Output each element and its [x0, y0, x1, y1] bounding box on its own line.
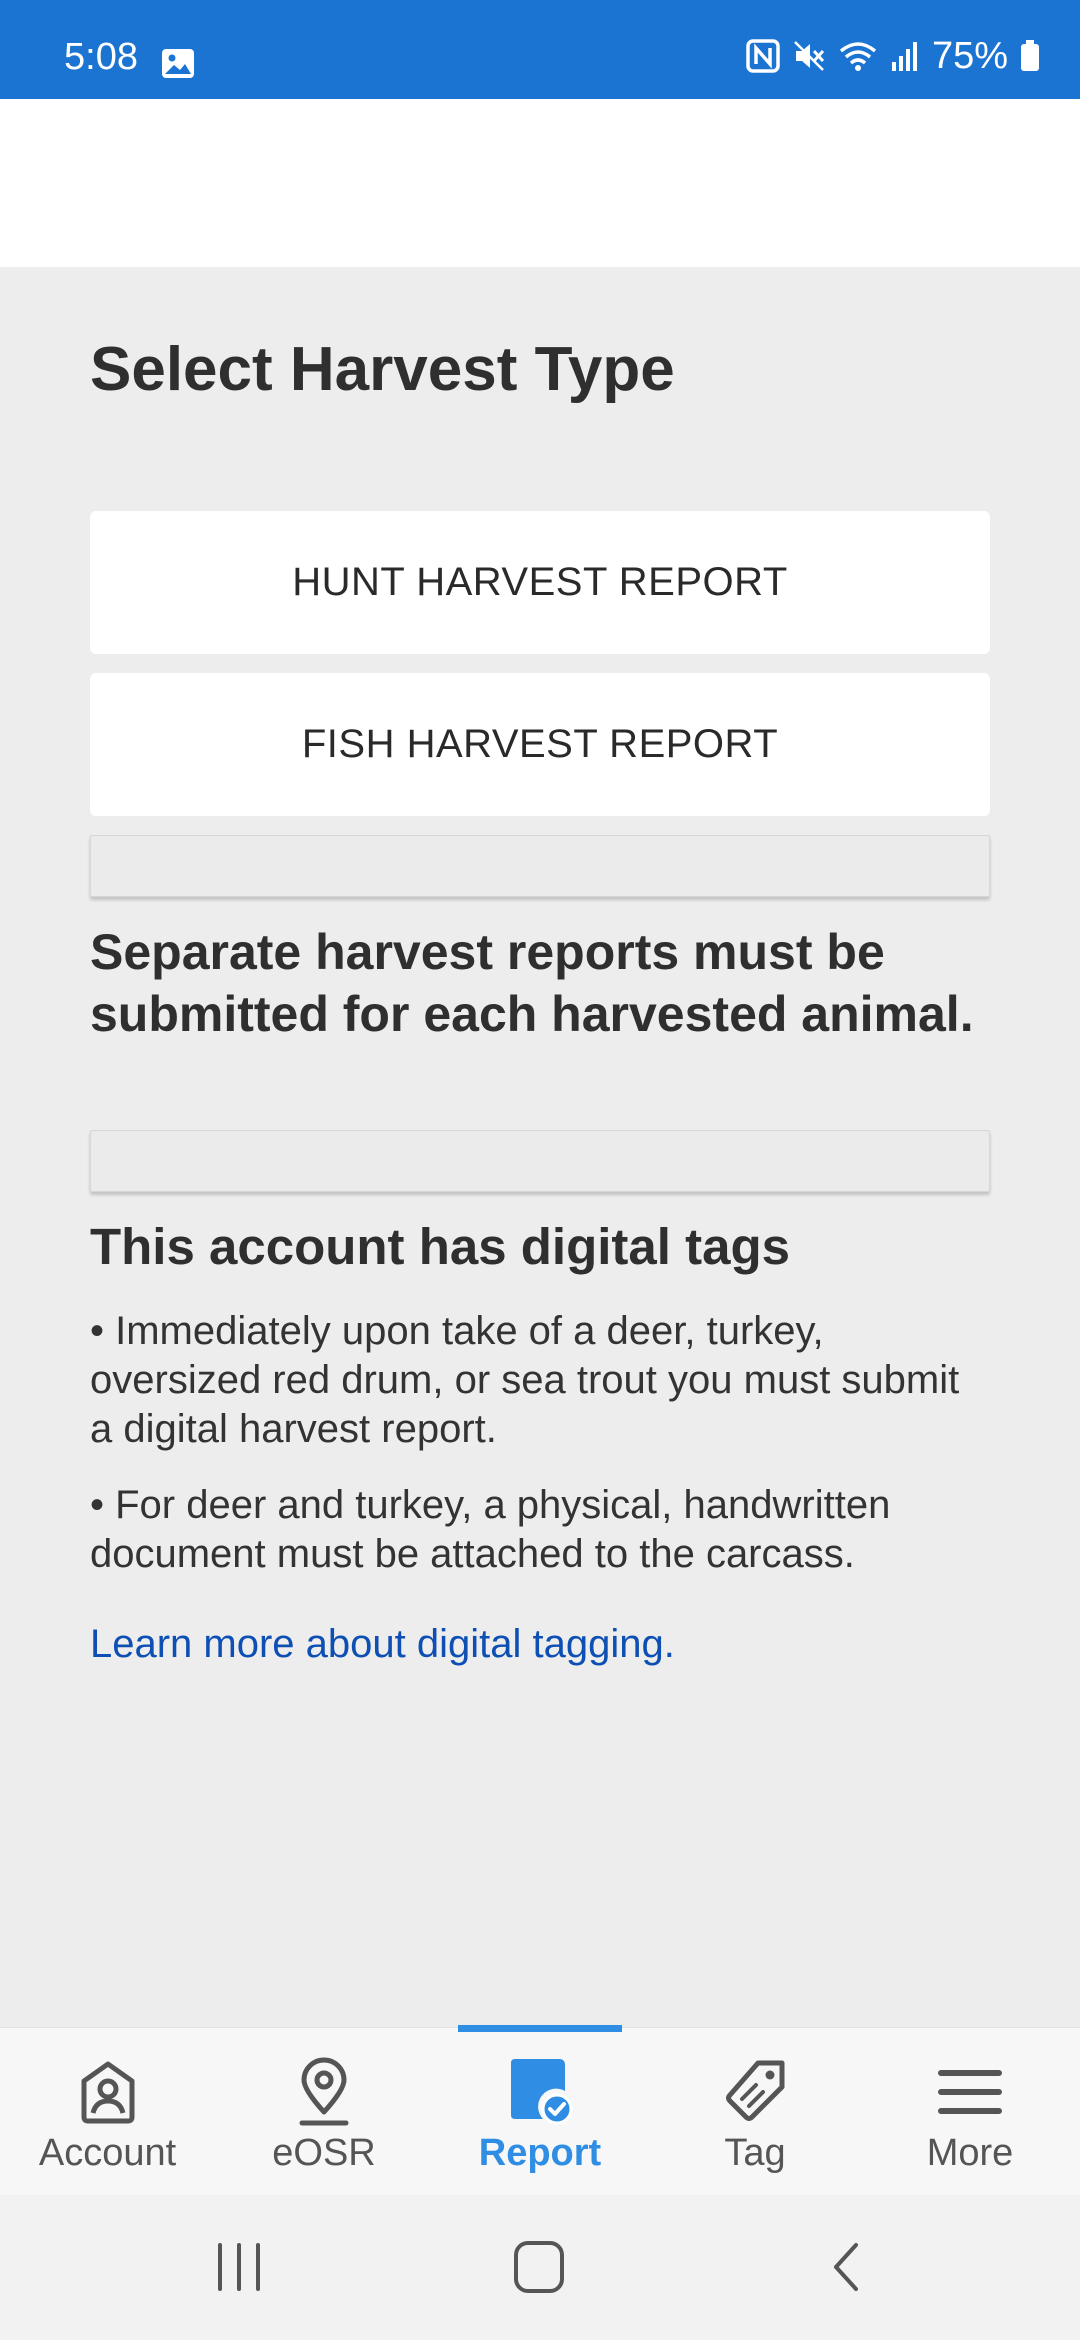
wifi-icon: [838, 39, 878, 73]
location-pin-icon: [296, 2054, 352, 2130]
photo-icon: [161, 48, 195, 79]
nav-tag-label: Tag: [724, 2132, 786, 2174]
nav-report[interactable]: Report: [458, 2028, 622, 2196]
nav-eosr[interactable]: eOSR: [244, 2028, 404, 2196]
hunt-harvest-report-label: HUNT HARVEST REPORT: [292, 560, 788, 604]
status-icons: 75%: [746, 36, 1040, 76]
system-nav-bar: [0, 2195, 1080, 2340]
tag-icon: [722, 2054, 788, 2130]
menu-icon: [937, 2054, 1003, 2130]
back-icon[interactable]: [826, 2239, 866, 2300]
nav-report-label: Report: [478, 2132, 602, 2174]
nav-tag[interactable]: Tag: [680, 2028, 830, 2196]
nfc-icon: [746, 39, 780, 73]
digital-tags-bullet: • Immediately upon take of a deer, turke…: [90, 1309, 960, 1451]
recent-apps-icon[interactable]: [214, 2239, 264, 2300]
digital-tags-heading: This account has digital tags: [90, 1218, 790, 1275]
nav-eosr-label: eOSR: [272, 2132, 376, 2174]
home-icon[interactable]: [512, 2239, 568, 2300]
divider: [90, 835, 990, 897]
header-area: [0, 99, 1080, 267]
nav-more[interactable]: More: [895, 2028, 1045, 2196]
bottom-nav: Account eOSR Report Tag More: [0, 2025, 1080, 2196]
signal-icon: [890, 40, 920, 72]
status-bar: 5:08 75%: [0, 0, 1080, 99]
battery-icon: [1020, 40, 1040, 72]
account-icon: [76, 2054, 140, 2130]
nav-account[interactable]: Account: [20, 2028, 195, 2196]
page-title: Select Harvest Type: [90, 335, 675, 404]
screen: 5:08 75% Select Harvest Type HUNT HARVES…: [0, 0, 1080, 2340]
status-time: 5:08: [64, 36, 138, 78]
battery-percent: 75%: [931, 35, 1008, 77]
nav-more-label: More: [926, 2132, 1014, 2174]
digital-tags-bullet: • For deer and turkey, a physical, handw…: [90, 1483, 891, 1576]
report-icon: [507, 2054, 573, 2130]
fish-harvest-report-label: FISH HARVEST REPORT: [301, 722, 779, 766]
learn-more-digital-tagging-link[interactable]: Learn more about digital tagging.: [90, 1620, 675, 1668]
separate-reports-notice: Separate harvest reports must be submitt…: [90, 924, 974, 1042]
divider: [90, 1130, 990, 1192]
nav-account-label: Account: [38, 2132, 177, 2174]
mute-icon: [792, 39, 826, 73]
fish-harvest-report-button[interactable]: FISH HARVEST REPORT: [90, 673, 990, 816]
hunt-harvest-report-button[interactable]: HUNT HARVEST REPORT: [90, 511, 990, 654]
